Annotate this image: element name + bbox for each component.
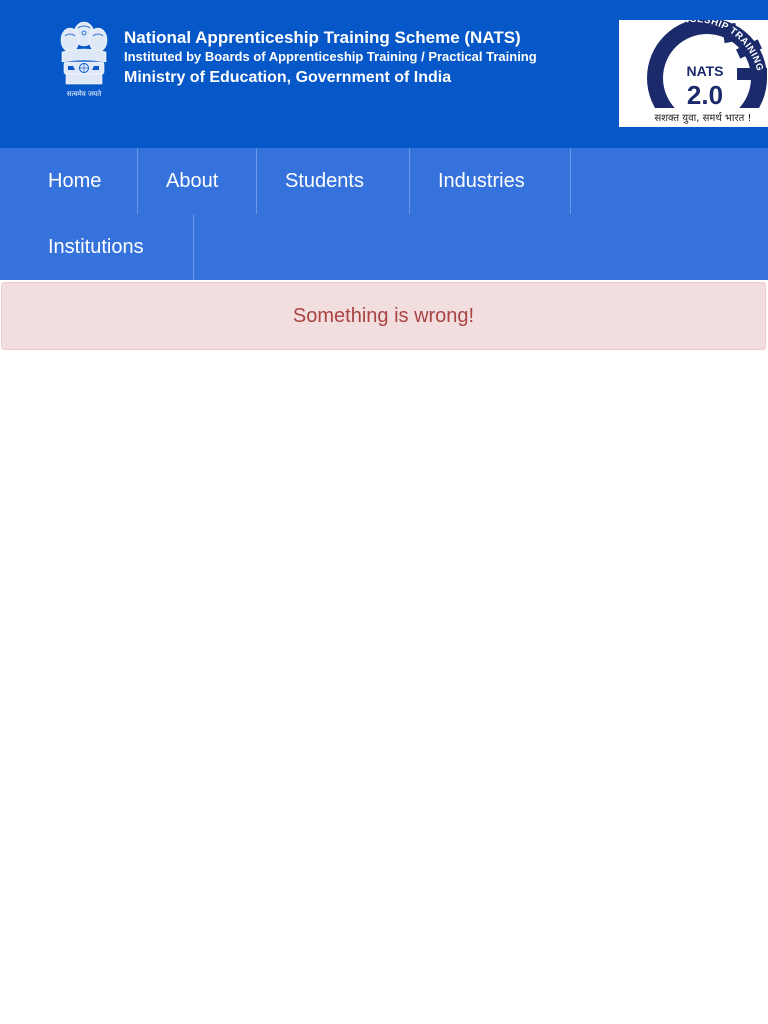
logo-name: NATS — [686, 63, 723, 79]
site-subtitle: Instituted by Boards of Apprenticeship T… — [124, 49, 537, 64]
nav-item-about[interactable]: About — [118, 148, 256, 214]
header-titles: National Apprenticeship Training Scheme … — [124, 28, 537, 90]
nav-item-institutions[interactable]: Institutions — [0, 214, 193, 280]
nav-item-students[interactable]: Students — [237, 148, 409, 214]
nats-logo[interactable]: NATIONAL APPRENTICESHIP TRAINING NATS 2.… — [619, 20, 768, 127]
emblem-caption: सत्यमेव जयते — [67, 89, 102, 98]
nav-item-industries[interactable]: Industries — [390, 148, 570, 214]
nav-item-home[interactable]: Home — [0, 148, 137, 214]
ministry-title: Ministry of Education, Government of Ind… — [124, 69, 452, 86]
nats-gear-icon: NATIONAL APPRENTICESHIP TRAINING NATS 2.… — [623, 20, 768, 127]
site-header: सत्यमेव जयते National Apprenticeship Tra… — [0, 0, 768, 148]
india-emblem-icon: सत्यमेव जयते — [60, 21, 108, 98]
nav-divider — [570, 148, 571, 214]
nav-divider — [193, 214, 194, 280]
site-title: National Apprenticeship Training Scheme … — [124, 28, 521, 47]
logo-version: 2.0 — [687, 80, 723, 110]
logo-tagline: सशक्त युवा, समर्थ भारत ! — [654, 112, 751, 124]
main-nav: Home About Students Industries Instituti… — [0, 148, 768, 280]
page: सत्यमेव जयते National Apprenticeship Tra… — [0, 0, 768, 1024]
error-message: Something is wrong! — [292, 305, 475, 327]
error-alert: Something is wrong! — [1, 282, 766, 350]
